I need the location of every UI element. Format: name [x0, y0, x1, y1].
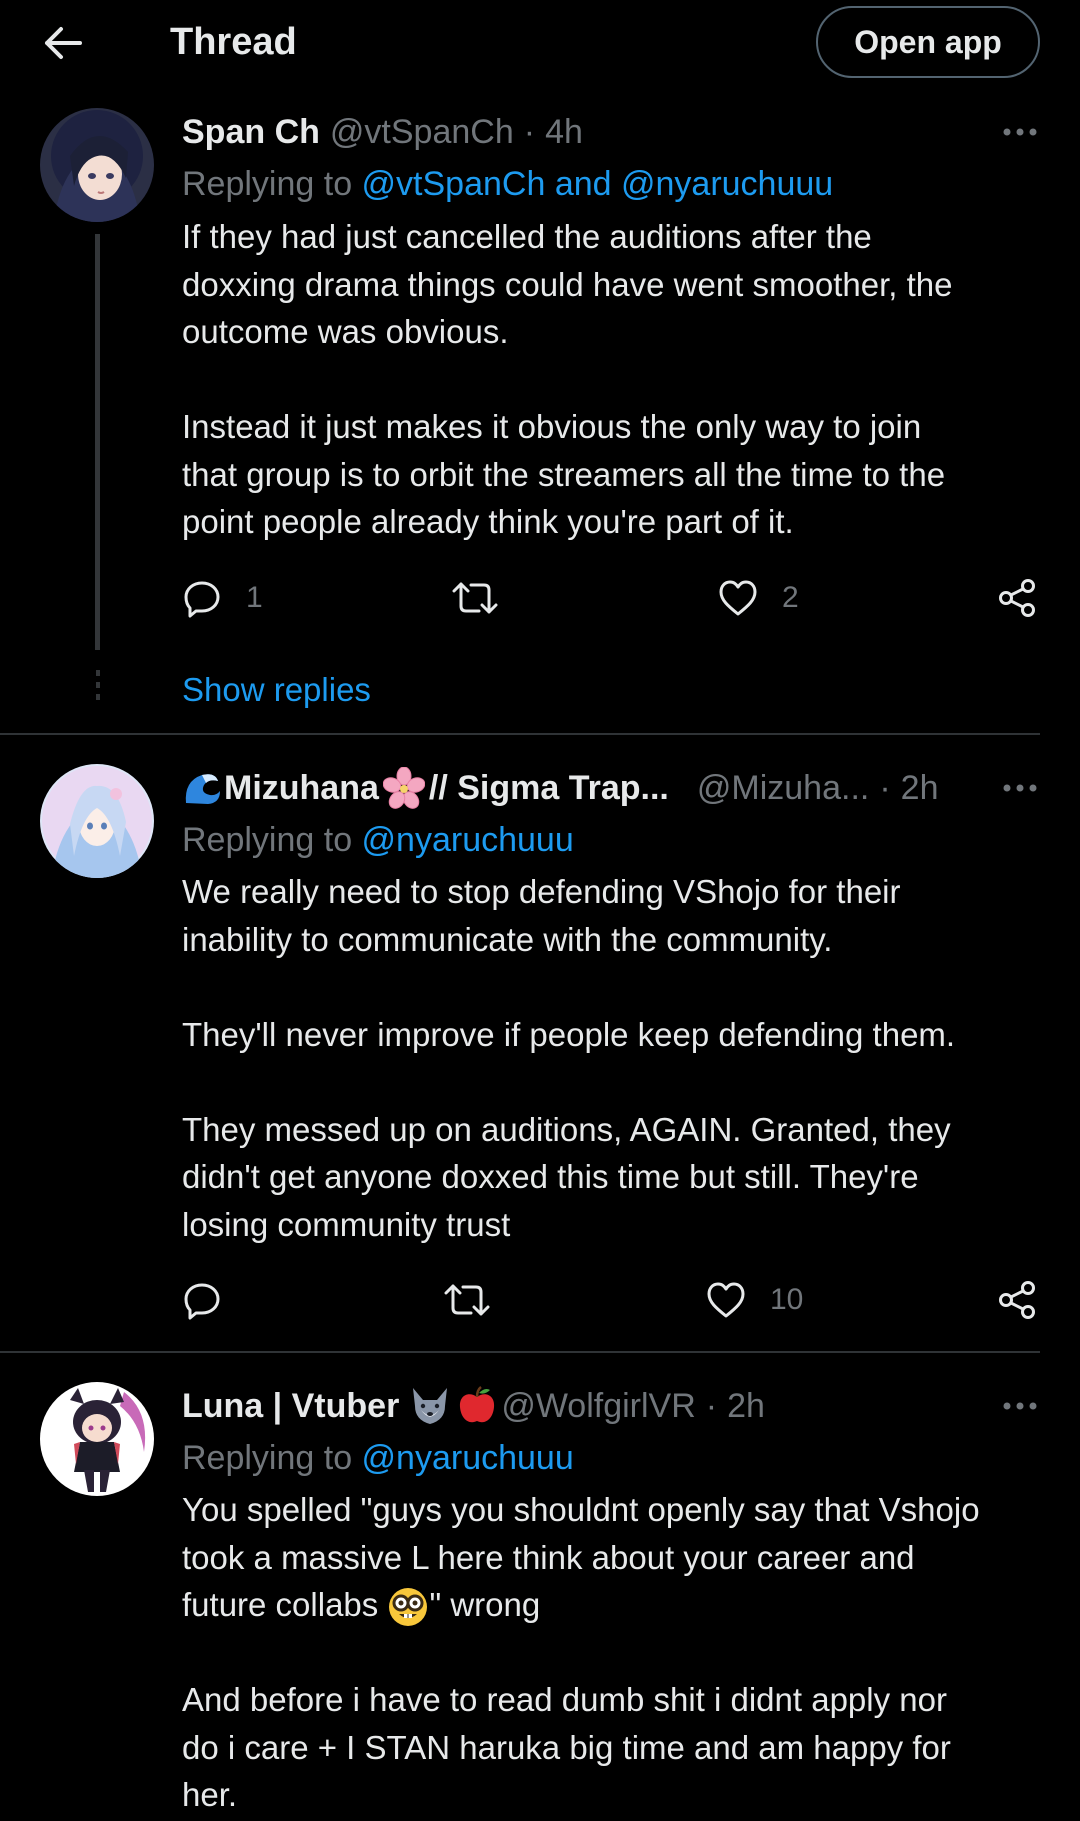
text-line: that group is to orbit the streamers all… [182, 455, 946, 493]
text-line: You spelled "guys you shouldnt openly sa… [182, 1491, 980, 1528]
retweet-button[interactable] [452, 572, 498, 624]
tweet-text: We really need to stop defending VShojo … [182, 868, 1042, 1248]
page-title: Thread [170, 21, 297, 63]
text-line: We really need to stop defending VShojo … [182, 873, 901, 910]
apple-icon [460, 1386, 495, 1423]
wolf-icon [413, 1388, 448, 1424]
share-button[interactable] [998, 1274, 1036, 1326]
open-app-button[interactable]: Open app [816, 6, 1040, 78]
tweet-actions: 10 [182, 1274, 1042, 1326]
text-line: Instead it just makes it obvious the onl… [182, 408, 922, 445]
avatar[interactable] [40, 1382, 154, 1496]
text-line: didn't get anyone doxxed this time but s… [182, 1158, 919, 1195]
replying-to-handles[interactable]: @vtSpanCh and @nyaruchuuu [362, 165, 834, 203]
share-icon [999, 579, 1035, 617]
reply-icon [184, 581, 220, 618]
replying-to: Replying to @vtSpanCh and @nyaruchuuu [182, 160, 833, 208]
replying-prefix: Replying to [182, 1439, 362, 1477]
nerd-face-icon [389, 1588, 428, 1627]
tweet-text: You spelled "guys you shouldnt openly sa… [182, 1486, 1042, 1819]
text-segment: " wrong [429, 1586, 541, 1623]
text-line: point people already think you're part o… [182, 503, 794, 540]
avatar[interactable] [40, 764, 154, 878]
text-line: took a massive L here think about your c… [182, 1538, 915, 1576]
like-icon [707, 1282, 745, 1318]
like-icon [719, 580, 757, 616]
timestamp[interactable]: 4h [545, 113, 583, 152]
like-button[interactable]: 10 [706, 1274, 803, 1326]
replying-prefix: Replying to [182, 165, 362, 203]
text-line: future collabs " wrong [182, 1581, 1042, 1629]
thread-more-dots [93, 670, 102, 706]
show-replies-link[interactable]: Show replies [182, 666, 371, 714]
text-line: They messed up on auditions, AGAIN. Gran… [182, 1110, 951, 1148]
like-button[interactable]: 2 [718, 572, 799, 624]
handle[interactable]: @vtSpanCh [330, 113, 514, 152]
divider [0, 1351, 1040, 1353]
divider [0, 733, 1040, 735]
reply-count: 1 [246, 581, 263, 614]
text-line: They'll never improve if people keep def… [182, 1015, 956, 1053]
tweet-text: If they had just cancelled the auditions… [182, 213, 1042, 546]
replying-to-handles[interactable]: @nyaruchuuu [362, 1439, 574, 1477]
text-line: doxxing drama things could have went smo… [182, 265, 953, 303]
separator: · [879, 768, 891, 807]
like-count: 2 [782, 581, 799, 614]
flower-icon [382, 767, 425, 809]
wave-icon [185, 774, 220, 804]
more-options-button[interactable] [1000, 112, 1040, 152]
text-line: inability to communicate with the commun… [182, 920, 833, 958]
replying-to: Replying to @nyaruchuuu [182, 1434, 574, 1482]
text-line: outcome was obvious. [182, 313, 509, 350]
display-name-suffix[interactable]: // Sigma Trap... [429, 769, 669, 808]
separator: · [705, 1386, 718, 1425]
replying-to-handles[interactable]: @nyaruchuuu [362, 821, 574, 859]
more-icon [1003, 128, 1037, 136]
reply-icon [184, 1283, 220, 1320]
handle[interactable]: @Mizuha... [697, 769, 869, 808]
tweet-header: Luna | Vtuber @WolfgirlVR · 2h [182, 1382, 765, 1430]
thread-line [95, 234, 100, 650]
more-icon [1003, 1402, 1037, 1410]
share-icon [999, 1281, 1035, 1319]
top-bar: Thread Open app [0, 0, 1080, 88]
text-line: do i care + I STAN haruka big time and a… [182, 1728, 951, 1766]
retweet-icon [452, 582, 498, 614]
text-line: her. [182, 1776, 238, 1813]
text-line: And before i have to read dumb shit i di… [182, 1681, 947, 1718]
separator: · [523, 112, 536, 151]
back-arrow-icon [45, 27, 82, 59]
text-line: losing community trust [182, 1205, 511, 1243]
tweet-header: Mizuhana // Sigma Trap... @Mizuha... · 2… [182, 764, 939, 812]
reply-button[interactable]: 1 [182, 572, 263, 624]
retweet-icon [444, 1284, 490, 1316]
timestamp[interactable]: 2h [727, 1387, 765, 1426]
share-button[interactable] [998, 572, 1036, 624]
reply-button[interactable] [182, 1274, 246, 1326]
text-line: If they had just cancelled the auditions… [182, 218, 872, 255]
tweet-header: Span Ch @vtSpanCh · 4h [182, 108, 583, 156]
text-segment: future collabs [182, 1586, 388, 1623]
tweet-actions: 1 2 [182, 572, 1042, 624]
display-name[interactable]: Span Ch [182, 113, 320, 152]
more-options-button[interactable] [1000, 768, 1040, 808]
like-count: 10 [770, 1283, 804, 1316]
more-icon [1003, 784, 1037, 792]
display-name[interactable]: Mizuhana [224, 769, 379, 808]
timestamp[interactable]: 2h [901, 769, 939, 808]
more-options-button[interactable] [1000, 1386, 1040, 1426]
replying-to: Replying to @nyaruchuuu [182, 816, 574, 864]
retweet-button[interactable] [444, 1274, 490, 1326]
display-name[interactable]: Luna | Vtuber [182, 1387, 399, 1426]
back-button[interactable] [38, 18, 88, 68]
handle[interactable]: @WolfgirlVR [501, 1387, 695, 1426]
avatar[interactable] [40, 108, 154, 222]
replying-prefix: Replying to [182, 821, 362, 859]
